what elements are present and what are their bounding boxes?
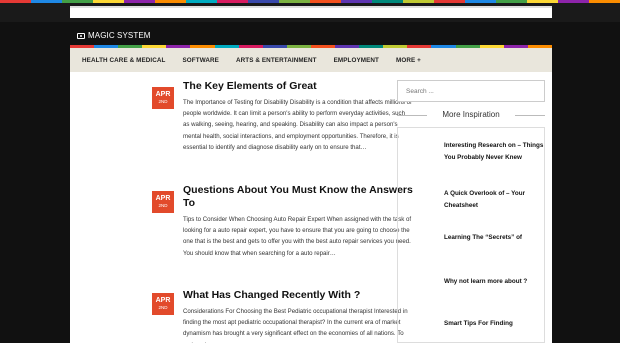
sidebar-link[interactable]: Smart Tips For Finding (444, 318, 544, 330)
color-stripe (372, 0, 403, 3)
sidebar-link[interactable]: A Quick Overlook of – Your Cheatsheet (444, 188, 544, 212)
sidebar-link[interactable]: Interesting Research on – Things You Pro… (444, 140, 544, 164)
color-stripe (279, 0, 310, 3)
camera-icon (77, 32, 85, 39)
search-input[interactable] (397, 80, 545, 102)
nav-item-arts[interactable]: ARTS & ENTERTAINMENT (236, 57, 317, 64)
post-title[interactable]: What Has Changed Recently With ? (183, 289, 413, 302)
color-stripe (62, 0, 93, 3)
sidebar-heading: More Inspiration (397, 110, 545, 119)
color-stripe (496, 0, 527, 3)
date-badge: APR 2ND (152, 293, 174, 315)
color-stripe (248, 0, 279, 3)
top-search-strip (70, 6, 552, 18)
date-month: APR (155, 297, 171, 304)
date-day: 2ND (158, 99, 168, 104)
color-stripe (155, 0, 186, 3)
color-stripe (124, 0, 155, 3)
color-stripe (558, 0, 589, 3)
post-excerpt: Considerations For Choosing the Best Ped… (183, 308, 408, 343)
color-stripe (31, 0, 62, 3)
date-badge: APR 2ND (152, 191, 174, 213)
color-stripe (186, 0, 217, 3)
post-excerpt: The Importance of Testing for Disability… (183, 99, 412, 151)
color-stripe (310, 0, 341, 3)
nav-item-health-care[interactable]: HEALTH CARE & MEDICAL (82, 57, 166, 64)
color-stripe (527, 0, 558, 3)
site-logo[interactable]: MAGIC SYSTEM (77, 31, 151, 40)
site-title[interactable]: MAGIC SYSTEM (88, 31, 151, 40)
sidebar-link[interactable]: Learning The “Secrets” of (444, 232, 544, 244)
color-stripe (434, 0, 465, 3)
post-title[interactable]: Questions About You Must Know the Answer… (183, 184, 413, 210)
post-title[interactable]: The Key Elements of Great (183, 80, 413, 93)
nav-item-employment[interactable]: EMPLOYMENT (334, 57, 379, 64)
color-stripe (217, 0, 248, 3)
date-month: APR (155, 195, 171, 202)
sidebar-link[interactable]: Why not learn more about ? (444, 276, 544, 288)
post-excerpt: Tips to Consider When Choosing Auto Repa… (183, 216, 412, 257)
date-month: APR (155, 91, 171, 98)
nav-item-more[interactable]: MORE + (396, 57, 421, 64)
color-stripe (93, 0, 124, 3)
nav-item-software[interactable]: SOFTWARE (183, 57, 219, 64)
post: APR 2ND What Has Changed Recently With ?… (152, 289, 413, 343)
date-day: 2ND (158, 305, 168, 310)
color-stripe (341, 0, 372, 3)
main-nav: HEALTH CARE & MEDICAL SOFTWARE ARTS & EN… (70, 48, 552, 72)
date-badge: APR 2ND (152, 87, 174, 109)
date-day: 2ND (158, 203, 168, 208)
color-stripes (0, 0, 620, 3)
color-stripe (403, 0, 434, 3)
color-stripe (589, 0, 620, 3)
post: APR 2ND Questions About You Must Know th… (152, 184, 413, 259)
color-stripe (465, 0, 496, 3)
color-stripe (0, 0, 31, 3)
top-bar (0, 0, 620, 22)
post: APR 2ND The Key Elements of Great The Im… (152, 80, 413, 153)
